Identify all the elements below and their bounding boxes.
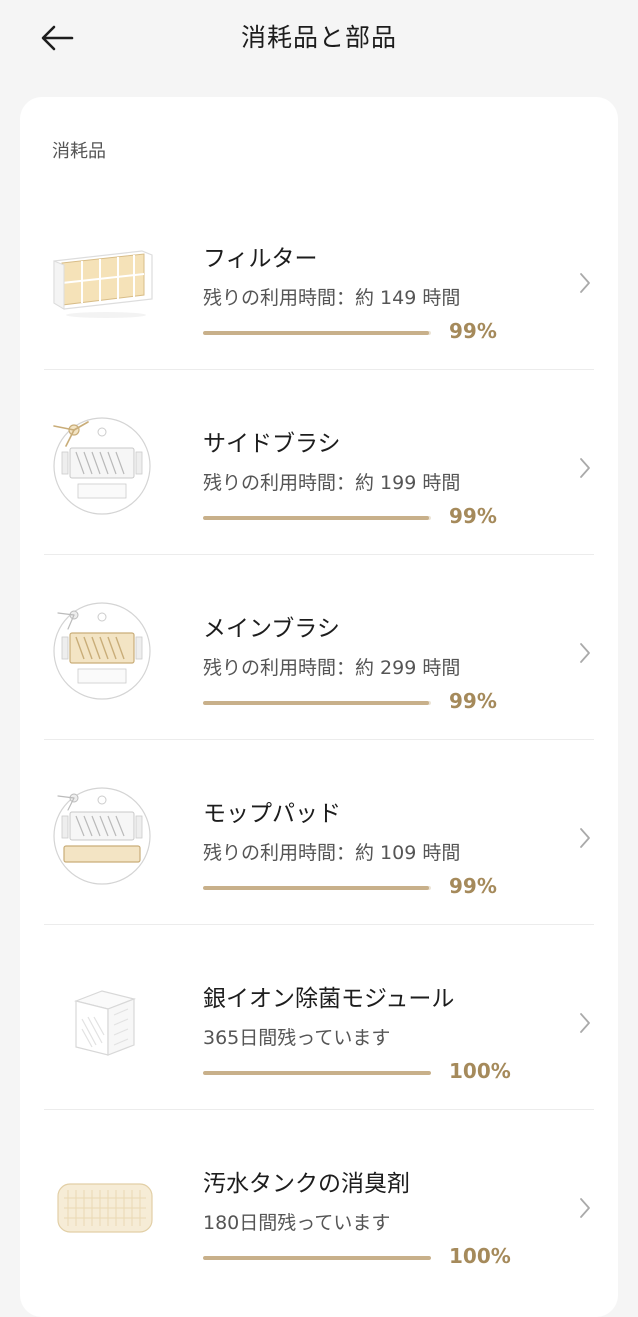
progress-bar-fill bbox=[203, 1256, 431, 1260]
progress-bar-fill bbox=[203, 331, 429, 335]
main-brush-robot-icon bbox=[53, 602, 151, 700]
consumable-item-mop-pad[interactable]: モップパッド 残りの利用時間：約 109 時間 99% bbox=[44, 740, 594, 925]
progress-bar bbox=[203, 331, 431, 335]
progress-bar-fill bbox=[203, 1071, 431, 1075]
consumable-item-main-brush[interactable]: メインブラシ 残りの利用時間：約 299 時間 99% bbox=[44, 555, 594, 740]
chevron-right-icon bbox=[580, 1013, 590, 1033]
chevron-right-icon bbox=[580, 273, 590, 293]
progress-bar bbox=[203, 516, 431, 520]
item-remaining-time: 365日間残っています bbox=[203, 1027, 391, 1049]
chevron-right-icon bbox=[580, 1198, 590, 1218]
progress-bar bbox=[203, 1071, 431, 1075]
mop-pad-robot-icon bbox=[53, 787, 151, 885]
item-name: 汚水タンクの消臭剤 bbox=[203, 1171, 410, 1197]
header: 消耗品と部品 bbox=[0, 0, 638, 80]
progress-bar-fill bbox=[203, 886, 429, 890]
item-name: モップパッド bbox=[203, 801, 341, 827]
progress-bar bbox=[203, 1256, 431, 1260]
deodorizer-icon bbox=[57, 1183, 153, 1233]
item-remaining-time: 残りの利用時間：約 109 時間 bbox=[203, 842, 461, 864]
item-percent: 100% bbox=[449, 1244, 511, 1268]
item-remaining-time: 残りの利用時間：約 149 時間 bbox=[203, 287, 461, 309]
item-remaining-time: 残りの利用時間：約 199 時間 bbox=[203, 472, 461, 494]
consumable-item-deodorizer[interactable]: 汚水タンクの消臭剤 180日間残っています 100% bbox=[44, 1110, 594, 1295]
filter-icon bbox=[53, 250, 153, 318]
chevron-right-icon bbox=[580, 458, 590, 478]
chevron-right-icon bbox=[580, 643, 590, 663]
item-percent: 99% bbox=[449, 689, 497, 713]
page-title: 消耗品と部品 bbox=[240, 23, 397, 52]
item-name: フィルター bbox=[203, 246, 318, 272]
side-brush-robot-icon bbox=[53, 417, 151, 515]
silver-ion-module-icon bbox=[74, 990, 136, 1056]
consumable-item-silver-ion-module[interactable]: 銀イオン除菌モジュール 365日間残っています 100% bbox=[44, 925, 594, 1110]
item-percent: 99% bbox=[449, 319, 497, 343]
item-remaining-time: 残りの利用時間：約 299 時間 bbox=[203, 657, 461, 679]
item-name: サイドブラシ bbox=[203, 431, 341, 457]
progress-bar bbox=[203, 701, 431, 705]
consumables-card: 消耗品 フィルター 残りの利用時間：約 149 時間 99% サイドブラシ 残り… bbox=[20, 97, 618, 1317]
item-name: メインブラシ bbox=[203, 616, 340, 642]
item-percent: 100% bbox=[449, 1059, 511, 1083]
consumable-item-side-brush[interactable]: サイドブラシ 残りの利用時間：約 199 時間 99% bbox=[44, 370, 594, 555]
item-percent: 99% bbox=[449, 874, 497, 898]
progress-bar-fill bbox=[203, 701, 429, 705]
item-remaining-time: 180日間残っています bbox=[203, 1212, 391, 1234]
item-name: 銀イオン除菌モジュール bbox=[203, 986, 455, 1012]
item-percent: 99% bbox=[449, 504, 497, 528]
consumable-item-filter[interactable]: フィルター 残りの利用時間：約 149 時間 99% bbox=[44, 185, 594, 370]
chevron-right-icon bbox=[580, 828, 590, 848]
progress-bar-fill bbox=[203, 516, 429, 520]
section-title: 消耗品 bbox=[52, 141, 106, 162]
progress-bar bbox=[203, 886, 431, 890]
